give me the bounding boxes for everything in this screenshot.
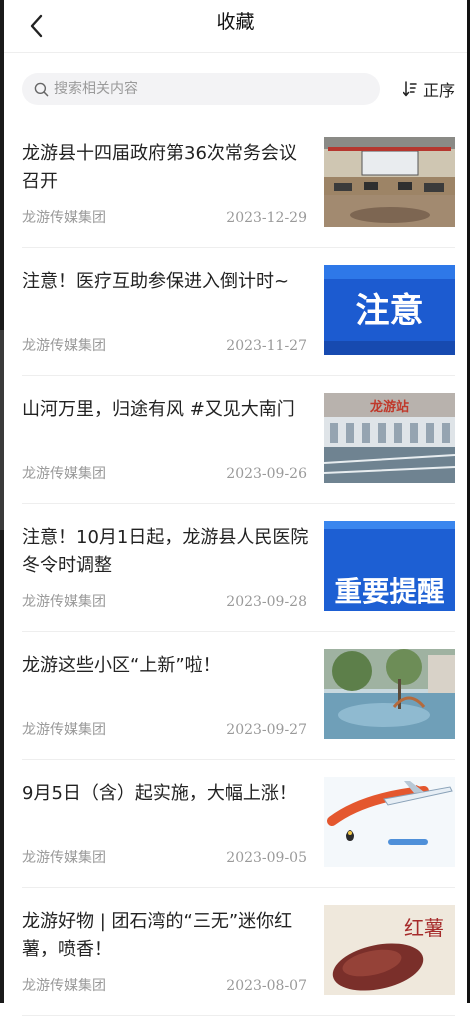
thumbnail-image [324, 649, 455, 739]
meeting-room-image [324, 137, 455, 227]
list-item[interactable]: 注意！10月1日起，龙游县人民医院冬令时调整 龙游传媒集团 2023-09-28… [22, 504, 455, 632]
item-source: 龙游传媒集团 [22, 466, 106, 482]
item-date: 2023-09-26 [226, 466, 307, 482]
airplane-fuel-image [324, 777, 455, 867]
list-item[interactable]: 龙游好物 | 团石湾的“三无”迷你红薯，喷香！ 龙游传媒集团 2023-08-0… [22, 888, 455, 1016]
thumbnail-image: 红薯 [324, 905, 455, 995]
item-title: 龙游这些小区“上新”啦！ [22, 655, 221, 676]
sort-label: 正序 [422, 81, 455, 100]
item-source: 龙游传媒集团 [22, 594, 106, 610]
item-source: 龙游传媒集团 [22, 210, 106, 226]
item-date: 2023-11-27 [226, 338, 307, 354]
list-item[interactable]: 龙游这些小区“上新”啦！ 龙游传媒集团 2023-09-27 [22, 632, 455, 760]
item-date: 2023-08-07 [226, 978, 307, 994]
list-item[interactable]: 山河万里，归途有风 #又见大南门 龙游传媒集团 2023-09-26 龙游站 [22, 376, 455, 504]
thumb-text: 红薯 [404, 916, 444, 940]
header: 收藏 [4, 0, 467, 53]
item-date: 2023-09-28 [226, 594, 307, 610]
item-source: 龙游传媒集团 [22, 850, 106, 866]
sweet-potato-image: 红薯 [324, 905, 455, 995]
thumb-text: 注意 [356, 291, 424, 331]
thumbnail-image [324, 777, 455, 867]
item-title: 注意！医疗互助参保进入倒计时~ [22, 271, 290, 292]
thumbnail-image: 重要提醒 [324, 521, 455, 611]
thumbnail-image: 龙游站 [324, 393, 455, 483]
item-title: 注意！10月1日起，龙游县人民医院冬令时调整 [22, 527, 309, 576]
item-title: 龙游县十四届政府第36次常务会议召开 [22, 143, 297, 192]
search-input[interactable] [54, 73, 364, 105]
item-title: 龙游好物 | 团石湾的“三无”迷你红薯，喷香！ [22, 911, 293, 960]
page-title: 收藏 [216, 11, 255, 33]
item-title: 9月5日（含）起实施，大幅上涨！ [22, 783, 297, 804]
item-source: 龙游传媒集团 [22, 338, 106, 354]
thumb-text: 重要提醒 [335, 575, 445, 608]
item-title: 山河万里，归途有风 #又见大南门 [22, 399, 295, 420]
thumbnail-image: 注意 [324, 265, 455, 355]
station-building-image: 龙游站 [324, 393, 455, 483]
notice-banner-image: 注意 [324, 265, 455, 355]
item-source: 龙游传媒集团 [22, 978, 106, 994]
thumbnail-image [324, 137, 455, 227]
search-box[interactable] [22, 73, 380, 105]
item-source: 龙游传媒集团 [22, 722, 106, 738]
screen-edge-left [0, 0, 4, 1003]
search-row: 正序 [22, 73, 455, 105]
important-banner-image: 重要提醒 [324, 521, 455, 611]
residential-plaza-image [324, 649, 455, 739]
item-date: 2023-09-27 [226, 722, 307, 738]
item-date: 2023-12-29 [226, 210, 307, 226]
sort-icon [402, 81, 417, 97]
list-item[interactable]: 9月5日（含）起实施，大幅上涨！ 龙游传媒集团 2023-09-05 [22, 760, 455, 888]
search-icon [34, 82, 49, 97]
list-item[interactable]: 龙游县十四届政府第36次常务会议召开 龙游传媒集团 2023-12-29 [22, 120, 455, 248]
thumb-text: 龙游站 [370, 399, 409, 415]
sort-button[interactable]: 正序 [402, 76, 455, 102]
list-item[interactable]: 注意！医疗互助参保进入倒计时~ 龙游传媒集团 2023-11-27 注意 [22, 248, 455, 376]
item-date: 2023-09-05 [226, 850, 307, 866]
favorites-list: 龙游县十四届政府第36次常务会议召开 龙游传媒集团 2023-12-29 注意！… [22, 120, 455, 1016]
